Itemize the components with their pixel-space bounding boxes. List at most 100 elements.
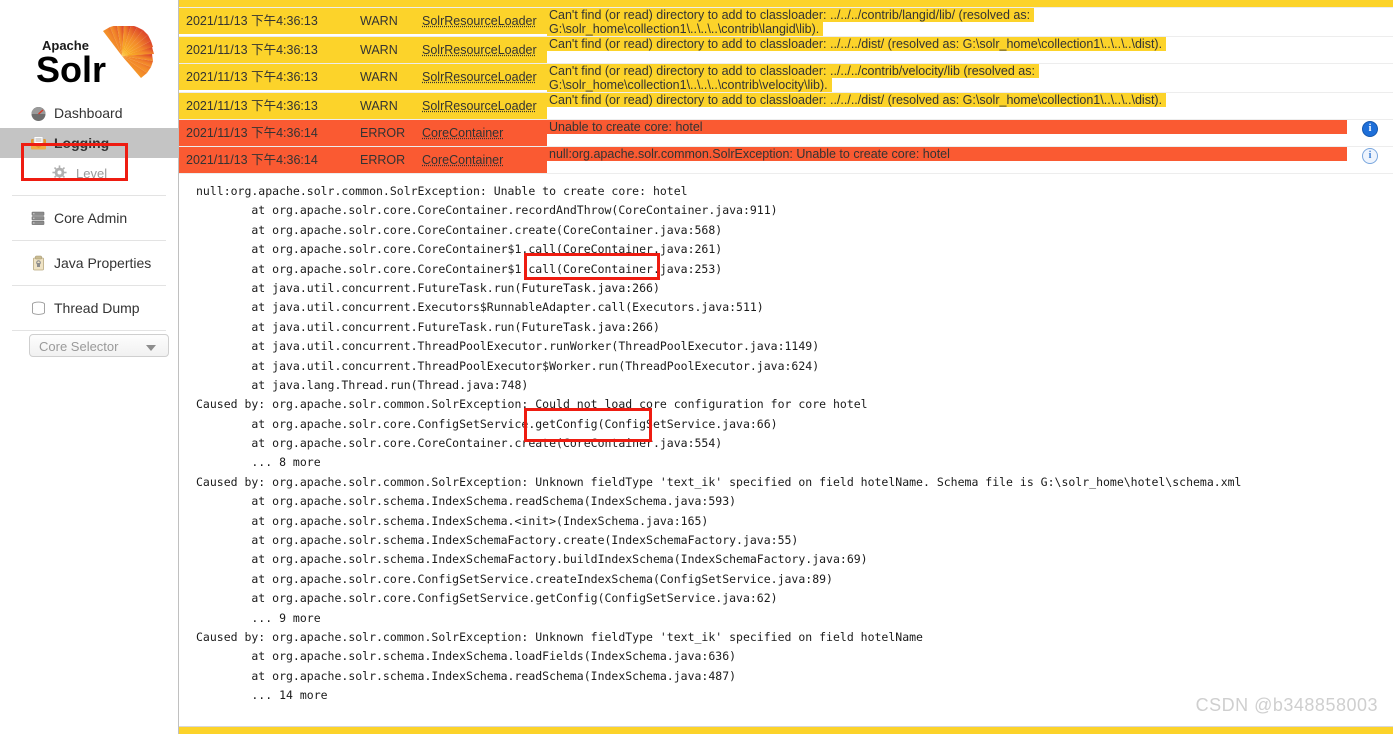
stacktrace-line: at java.util.concurrent.FutureTask.run(F… — [196, 279, 1394, 298]
sidebar-item-label: Core Admin — [54, 210, 127, 226]
level-gear-icon — [52, 165, 69, 182]
log-date: 2021/11/13 下午4:36:13 — [179, 8, 353, 34]
info-icon[interactable]: i — [1362, 148, 1378, 164]
sidebar-item-label: Java Properties — [54, 255, 151, 271]
log-cell-date: 2021/11/13 下午4:36:14 — [179, 147, 353, 174]
log-row-partial-top — [179, 0, 1393, 8]
stacktrace-line: at org.apache.solr.schema.IndexSchema.re… — [196, 492, 1394, 511]
log-cell-info: i — [1347, 147, 1393, 174]
logo-solr-text: Solr — [36, 49, 106, 88]
log-message-line: Can't find (or read) directory to add to… — [547, 64, 1039, 78]
log-message-line: Can't find (or read) directory to add to… — [547, 37, 1166, 51]
log-message-line: G:\solr_home\collection1\..\..\..\contri… — [547, 22, 823, 36]
solr-logo[interactable]: Apache Solr — [0, 0, 178, 92]
log-cell-message: null:org.apache.solr.common.SolrExceptio… — [547, 147, 1347, 174]
logging-table: 2021/11/13 下午4:36:13 WARN SolrResourceLo… — [179, 8, 1393, 174]
log-cell-logger: SolrResourceLoader — [415, 93, 547, 120]
logging-icon — [30, 135, 47, 152]
stacktrace-line: at org.apache.solr.schema.IndexSchemaFac… — [196, 531, 1394, 550]
log-cell-message: Can't find (or read) directory to add to… — [547, 93, 1347, 120]
stacktrace-line: at org.apache.solr.core.CoreContainer$1.… — [196, 260, 1394, 279]
sidebar-item-core-admin[interactable]: Core Admin — [0, 203, 178, 233]
log-date: 2021/11/13 下午4:36:14 — [179, 120, 353, 146]
stacktrace-line: at org.apache.solr.schema.IndexSchemaFac… — [196, 550, 1394, 569]
stacktrace-line: at org.apache.solr.core.CoreContainer.cr… — [196, 434, 1394, 453]
logger-link[interactable]: CoreContainer — [422, 126, 503, 140]
table-row[interactable]: 2021/11/13 下午4:36:13 WARN SolrResourceLo… — [179, 64, 1393, 93]
log-cell-date: 2021/11/13 下午4:36:14 — [179, 120, 353, 147]
stacktrace-line: at org.apache.solr.core.CoreContainer$1.… — [196, 240, 1394, 259]
log-cell-date: 2021/11/13 下午4:36:13 — [179, 8, 353, 37]
stacktrace-line: at org.apache.solr.schema.IndexSchema.lo… — [196, 647, 1394, 666]
log-cell-level: ERROR — [353, 147, 415, 174]
stacktrace-detail: null:org.apache.solr.common.SolrExceptio… — [179, 174, 1394, 734]
log-cell-message: Unable to create core: hotel — [547, 120, 1347, 147]
sidebar-divider — [12, 240, 166, 241]
log-cell-info — [1347, 8, 1393, 37]
log-row-partial-bottom — [179, 726, 1393, 734]
log-date: 2021/11/13 下午4:36:13 — [179, 37, 353, 63]
solr-admin-app: Apache Solr Dashboard — [0, 0, 1394, 734]
table-row[interactable]: 2021/11/13 下午4:36:13 WARN SolrResourceLo… — [179, 93, 1393, 120]
log-cell-level: WARN — [353, 37, 415, 64]
stacktrace-line: at org.apache.solr.core.CoreContainer.cr… — [196, 221, 1394, 240]
stacktrace-line: Caused by: org.apache.solr.common.SolrEx… — [196, 473, 1394, 492]
log-level: ERROR — [353, 120, 415, 146]
watermark: CSDN @b348858003 — [1196, 695, 1378, 716]
log-date: 2021/11/13 下午4:36:14 — [179, 147, 353, 173]
log-message-line: Can't find (or read) directory to add to… — [547, 93, 1166, 107]
stacktrace-line: at org.apache.solr.schema.IndexSchema.<i… — [196, 512, 1394, 531]
stacktrace-line: at org.apache.solr.core.ConfigSetService… — [196, 415, 1394, 434]
logger-link[interactable]: SolrResourceLoader — [422, 70, 537, 84]
chevron-down-icon — [146, 345, 156, 351]
log-message-line: Unable to create core: hotel — [547, 120, 1347, 134]
log-level: WARN — [353, 8, 415, 34]
core-selector-label: Core Selector — [39, 339, 118, 354]
main-content: 2021/11/13 下午4:36:13 WARN SolrResourceLo… — [179, 0, 1394, 734]
sidebar-item-logging[interactable]: Logging — [0, 128, 178, 158]
logger-link[interactable]: SolrResourceLoader — [422, 99, 537, 113]
dashboard-icon — [30, 105, 47, 122]
stacktrace-line: null:org.apache.solr.common.SolrExceptio… — [196, 182, 1394, 201]
sidebar-divider — [12, 195, 166, 196]
logger-link[interactable]: SolrResourceLoader — [422, 43, 537, 57]
log-date: 2021/11/13 下午4:36:13 — [179, 93, 353, 119]
apache-solr-logo-icon: Apache Solr — [26, 26, 166, 88]
log-level: WARN — [353, 93, 415, 119]
stacktrace-line: at java.util.concurrent.ThreadPoolExecut… — [196, 357, 1394, 376]
thread-dump-icon — [30, 300, 47, 317]
log-cell-logger: CoreContainer — [415, 147, 547, 174]
sidebar-item-level[interactable]: Level — [0, 158, 178, 188]
core-selector-dropdown[interactable]: Core Selector — [29, 334, 169, 357]
table-row[interactable]: 2021/11/13 下午4:36:14 ERROR CoreContainer… — [179, 120, 1393, 147]
logger-link[interactable]: CoreContainer — [422, 153, 503, 167]
stacktrace-line: at org.apache.solr.core.ConfigSetService… — [196, 589, 1394, 608]
sidebar-item-dashboard[interactable]: Dashboard — [0, 98, 178, 128]
sidebar-item-label: Thread Dump — [54, 300, 140, 316]
log-message-line: G:\solr_home\collection1\..\..\..\contri… — [547, 78, 832, 92]
core-admin-icon — [30, 210, 47, 227]
java-properties-icon — [30, 255, 47, 272]
stacktrace-line: at java.util.concurrent.FutureTask.run(F… — [196, 318, 1394, 337]
log-cell-level: WARN — [353, 8, 415, 37]
sidebar: Apache Solr Dashboard — [0, 0, 179, 734]
sidebar-item-java-properties[interactable]: Java Properties — [0, 248, 178, 278]
table-row[interactable]: 2021/11/13 下午4:36:14 ERROR CoreContainer… — [179, 147, 1393, 174]
log-level: WARN — [353, 37, 415, 63]
log-cell-info: i — [1347, 120, 1393, 147]
log-cell-date: 2021/11/13 下午4:36:13 — [179, 93, 353, 120]
stacktrace-line: Caused by: org.apache.solr.common.SolrEx… — [196, 395, 1394, 414]
sidebar-item-thread-dump[interactable]: Thread Dump — [0, 293, 178, 323]
log-cell-info — [1347, 93, 1393, 120]
log-cell-message: Can't find (or read) directory to add to… — [547, 37, 1347, 64]
info-icon[interactable]: i — [1362, 121, 1378, 137]
logger-link[interactable]: SolrResourceLoader — [422, 14, 537, 28]
stacktrace-line: at org.apache.solr.schema.IndexSchema.re… — [196, 667, 1394, 686]
log-cell-level: WARN — [353, 64, 415, 93]
table-row[interactable]: 2021/11/13 下午4:36:13 WARN SolrResourceLo… — [179, 8, 1393, 37]
stacktrace-line: ... 8 more — [196, 453, 1394, 472]
log-cell-level: ERROR — [353, 120, 415, 147]
table-row[interactable]: 2021/11/13 下午4:36:13 WARN SolrResourceLo… — [179, 37, 1393, 64]
log-cell-logger: SolrResourceLoader — [415, 64, 547, 93]
stacktrace-line: at java.util.concurrent.Executors$Runnab… — [196, 298, 1394, 317]
